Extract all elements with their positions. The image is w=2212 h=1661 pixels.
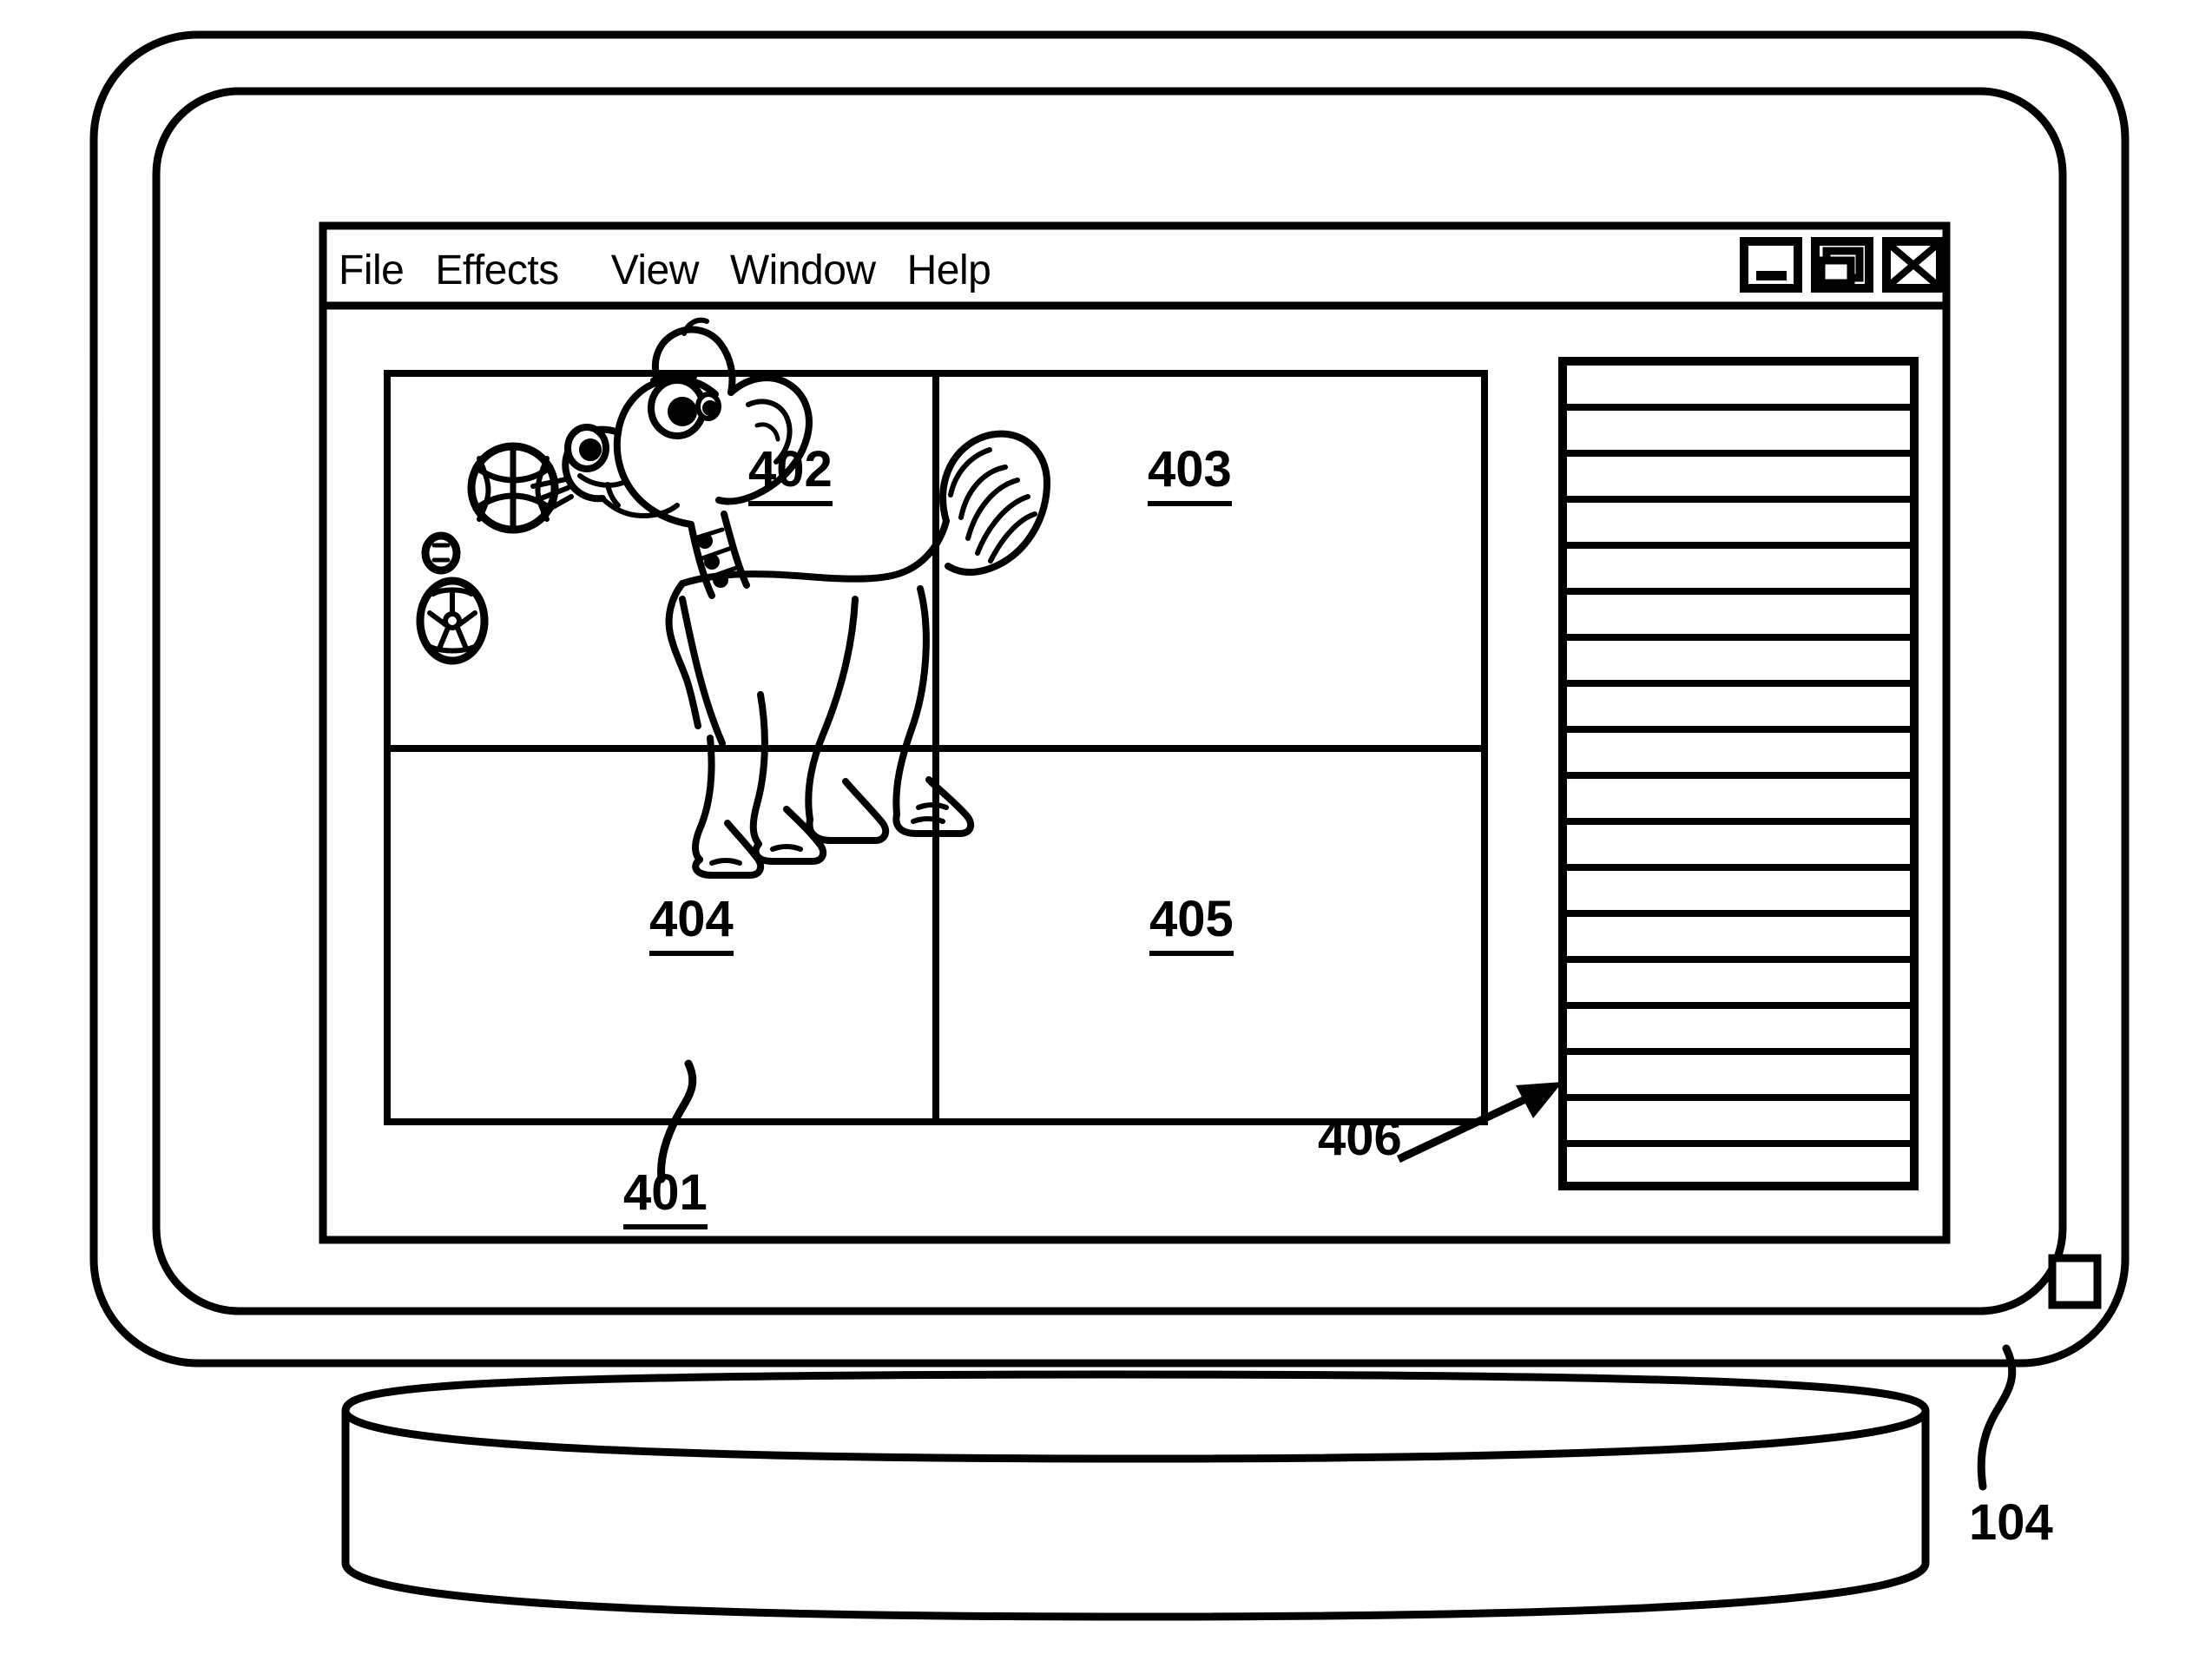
menu-item-view[interactable]: View [611,250,700,292]
monitor-base [341,1370,1930,1621]
close-button[interactable] [1882,237,1945,293]
reference-label-405: 405 [1149,894,1234,956]
reference-label-404: 404 [649,894,734,956]
minimize-button[interactable] [1740,237,1802,293]
reference-label-403: 403 [1148,445,1232,506]
reference-label-402: 402 [748,445,833,506]
reference-label-401: 401 [623,1168,708,1229]
leader-line-104 [1977,1344,2017,1491]
menubar[interactable]: File Effects View Window Help [339,236,1554,306]
menu-item-effects[interactable]: Effects [435,250,559,292]
reference-label-406: 406 [1318,1110,1402,1166]
basketball-icon [467,442,559,534]
menu-item-help[interactable]: Help [907,250,991,292]
power-indicator-icon[interactable] [2048,1254,2102,1309]
menu-item-file[interactable]: File [339,250,405,292]
list-panel[interactable] [1558,357,1919,1190]
reference-label-104: 104 [1969,1494,2053,1551]
restore-button[interactable] [1811,237,1873,293]
menu-item-window[interactable]: Window [730,250,876,292]
small-ball-icon [421,531,461,575]
soccer-ball-icon [416,577,489,665]
